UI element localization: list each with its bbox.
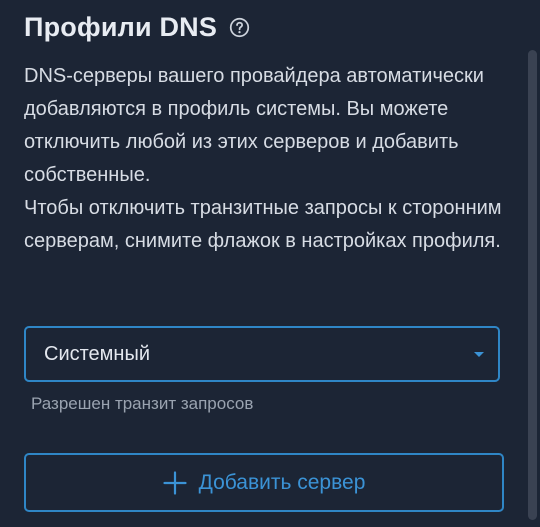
page-title: Профили DNS [24, 11, 218, 42]
description-paragraph-2: Чтобы отключить транзитные запросы к сто… [24, 197, 502, 252]
dns-profiles-page: Профили DNS DNS-серверы вашего провайдер… [0, 0, 540, 527]
profile-select[interactable]: Системный [24, 326, 500, 382]
dns-profiles-panel: Профили DNS DNS-серверы вашего провайдер… [0, 0, 526, 527]
scrollbar-thumb[interactable] [528, 50, 537, 520]
dns-description: DNS-серверы вашего провайдера автоматиче… [24, 60, 504, 258]
add-server-label: Добавить сервер [198, 470, 366, 494]
caret-down-icon [474, 352, 484, 357]
profile-select-value: Системный [44, 342, 151, 365]
description-paragraph-1: DNS-серверы вашего провайдера автоматиче… [24, 65, 484, 186]
profile-helper-text: Разрешен транзит запросов [31, 394, 254, 413]
plus-icon [163, 470, 187, 495]
title-row: Профили DNS [24, 8, 250, 46]
add-server-button[interactable]: Добавить сервер [24, 453, 504, 512]
help-circle-icon[interactable] [229, 17, 250, 38]
